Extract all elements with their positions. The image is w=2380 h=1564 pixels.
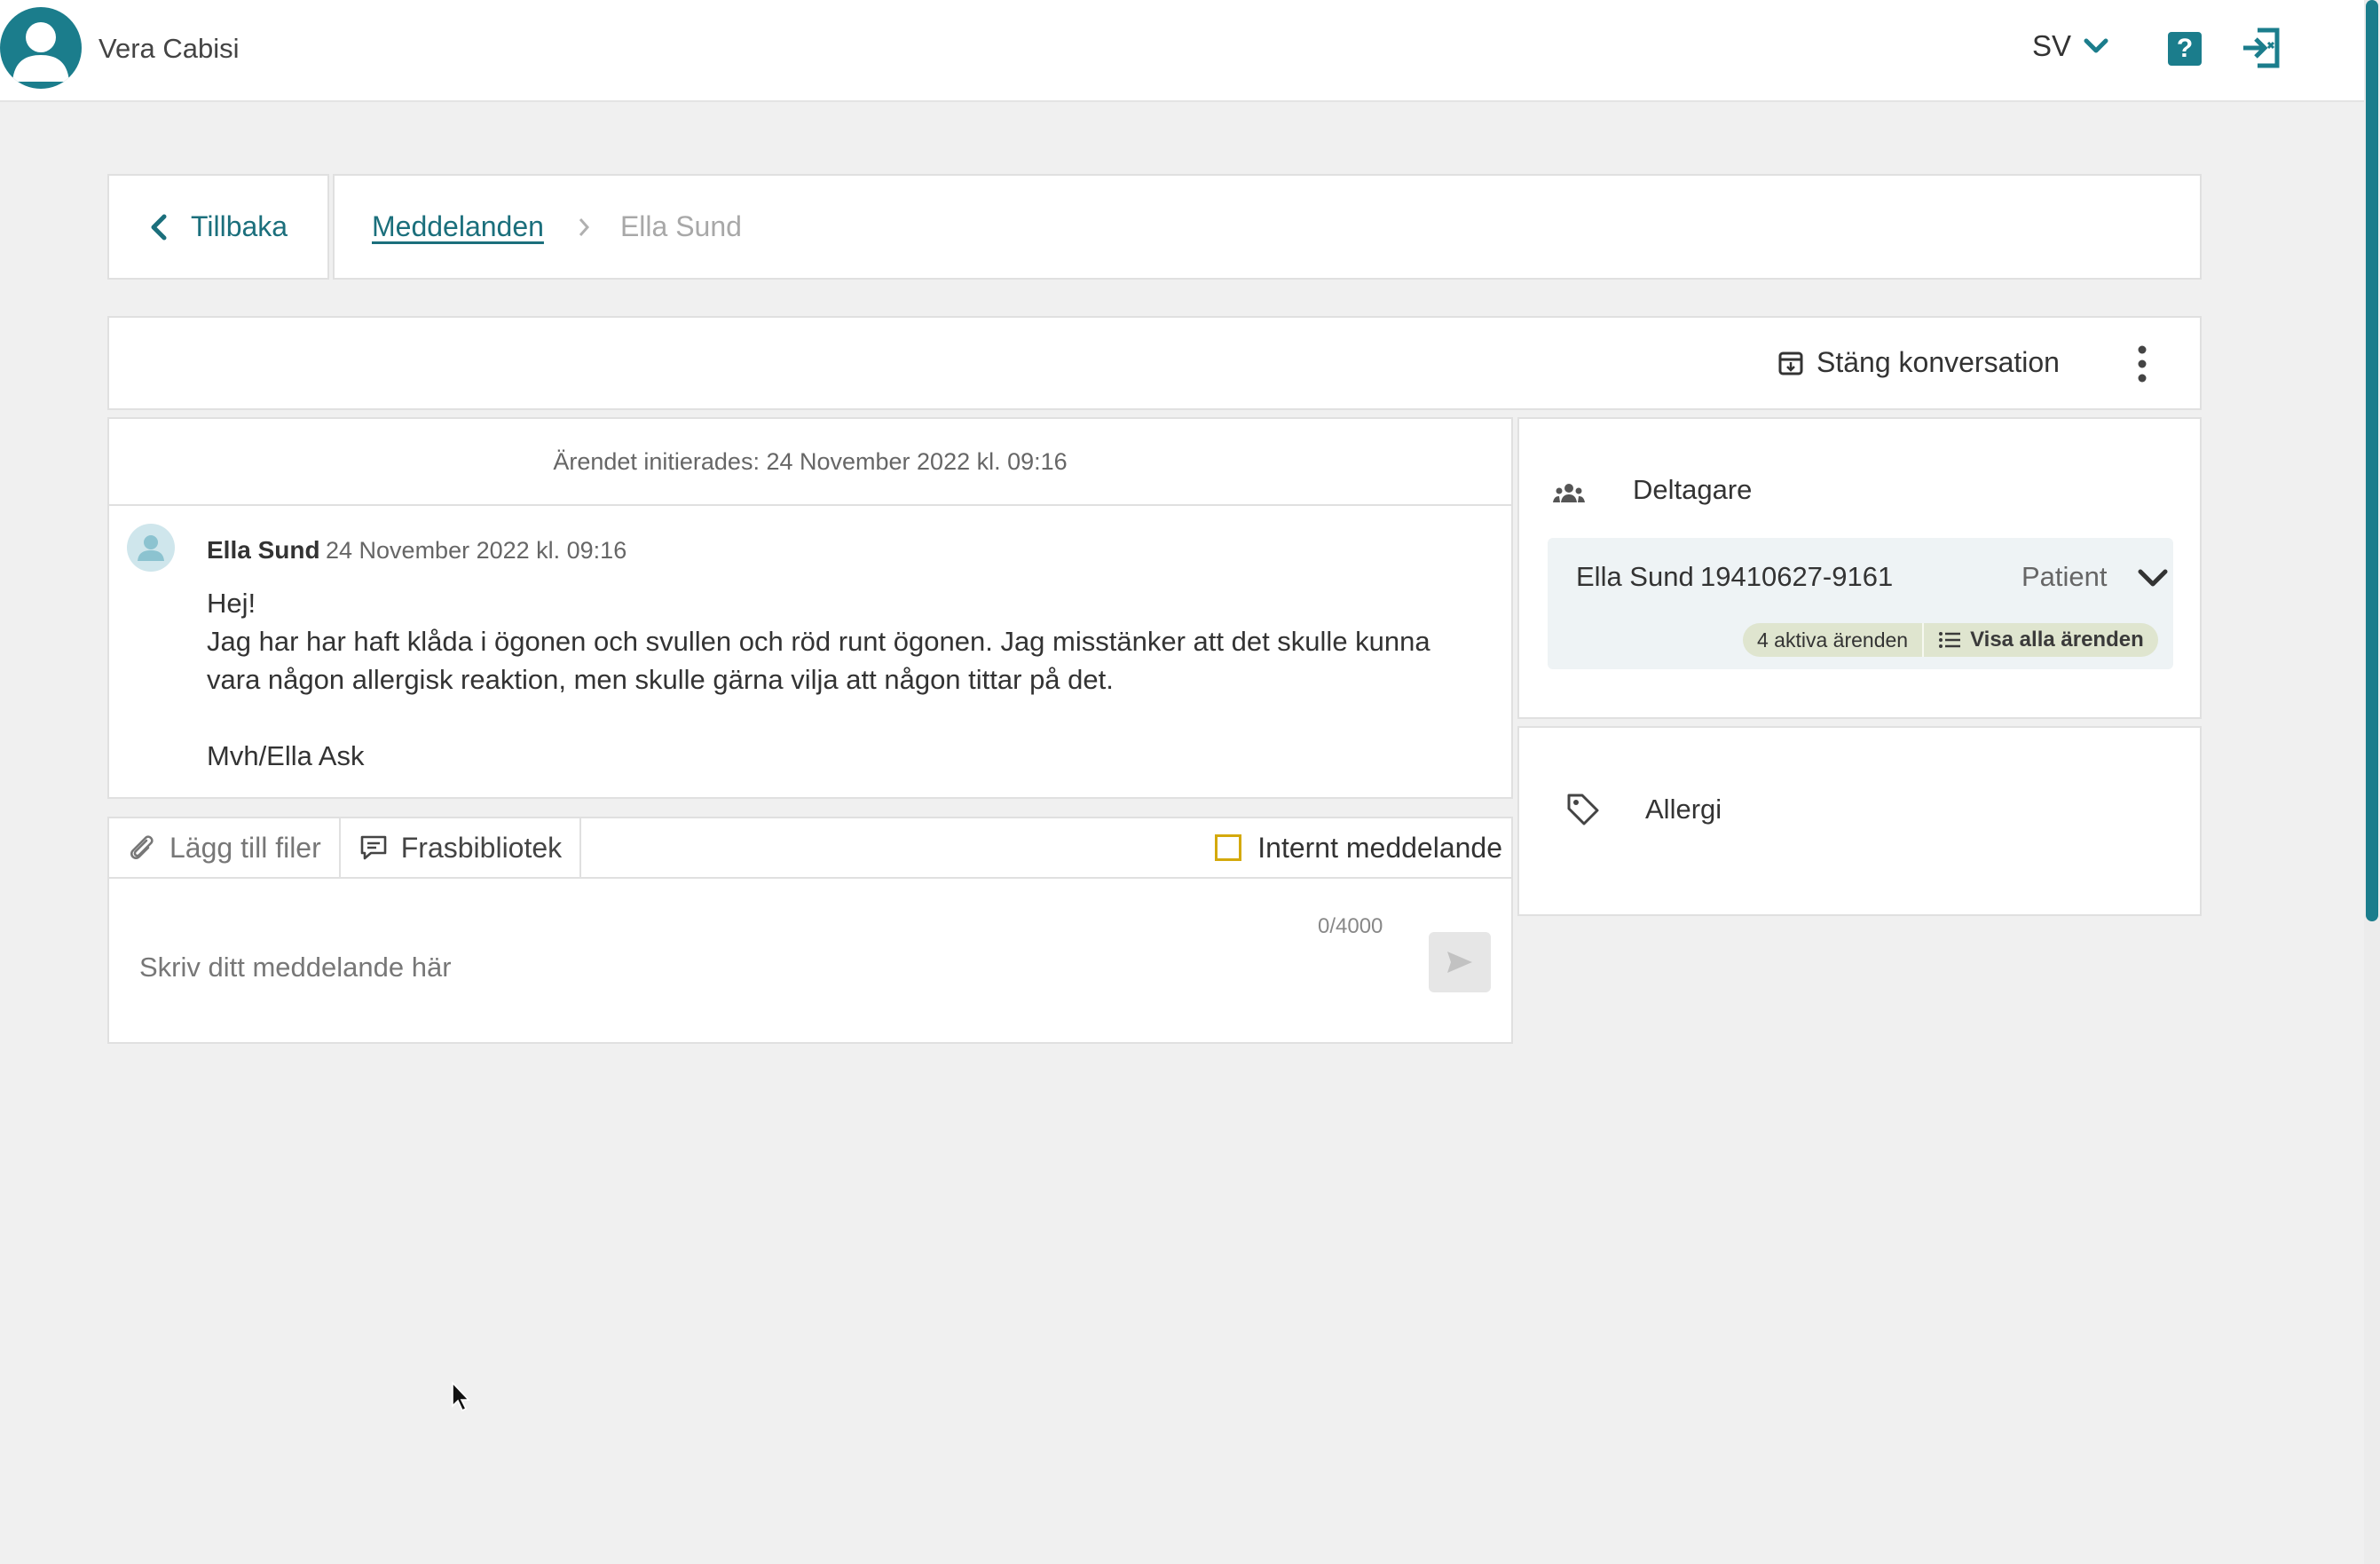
user-name: Vera Cabisi xyxy=(99,33,240,64)
character-counter: 0/4000 xyxy=(1318,914,1383,938)
participant-role: Patient xyxy=(2021,561,2108,592)
tag-label[interactable]: Allergi xyxy=(1645,794,1722,825)
internal-message-toggle[interactable]: Internt meddelande xyxy=(1215,818,1511,877)
breadcrumb-current: Ella Sund xyxy=(619,210,742,242)
send-icon xyxy=(1447,952,1472,973)
help-icon[interactable]: ? xyxy=(2168,32,2202,66)
user-avatar-icon[interactable] xyxy=(0,7,82,89)
chevron-down-icon xyxy=(2084,38,2108,53)
archive-icon xyxy=(1778,352,1803,375)
close-conversation-button[interactable]: Stäng konversation xyxy=(1777,346,2060,379)
breadcrumb: Meddelanden Ella Sund xyxy=(333,174,2202,280)
message-author: Ella Sund xyxy=(207,536,320,564)
participants-panel: Deltagare Ella Sund 19410627-9161 Patien… xyxy=(1517,417,2202,719)
chevron-right-icon xyxy=(579,217,589,236)
message-timestamp: 24 November 2022 kl. 09:16 xyxy=(326,537,627,564)
language-label: SV xyxy=(2032,29,2072,62)
paperclip-icon xyxy=(130,835,154,859)
show-all-cases-label: Visa alla ärenden xyxy=(1970,628,2144,652)
case-initiated-text: Ärendet initierades: 24 November 2022 kl… xyxy=(109,419,1511,506)
show-all-cases-button[interactable]: Visa alla ärenden xyxy=(1924,623,2158,657)
back-button[interactable]: Tillbaka xyxy=(107,174,329,280)
back-label: Tillbaka xyxy=(191,210,288,242)
top-bar: Vera Cabisi SV ? xyxy=(0,0,2364,102)
list-icon xyxy=(1939,632,1961,648)
chat-bubble-icon xyxy=(360,835,387,860)
people-group-icon xyxy=(1553,484,1585,502)
more-options-icon[interactable] xyxy=(2129,339,2155,389)
chevron-down-icon[interactable] xyxy=(2137,565,2169,591)
person-icon xyxy=(127,524,175,572)
logout-icon[interactable] xyxy=(2240,27,2281,69)
case-badges: 4 aktiva ärenden Visa alla ärenden xyxy=(1743,623,2158,657)
phrase-library-button[interactable]: Frasbibliotek xyxy=(341,818,582,877)
message-composer: 0/4000 xyxy=(107,877,1513,1044)
participant-personal-number: 19410627-9161 xyxy=(1700,561,1894,592)
phrase-library-label: Frasbibliotek xyxy=(400,831,563,864)
scrollbar-thumb[interactable] xyxy=(2366,0,2378,921)
mouse-cursor-icon xyxy=(452,1381,470,1412)
participant-card[interactable]: Ella Sund 19410627-9161 Patient 4 aktiva… xyxy=(1548,538,2173,669)
send-button[interactable] xyxy=(1429,932,1491,992)
conversation-action-bar: Stäng konversation xyxy=(107,316,2202,410)
breadcrumb-link-messages[interactable]: Meddelanden xyxy=(372,210,544,243)
composer-toolbar: Lägg till filer Frasbibliotek Internt me… xyxy=(107,817,1513,879)
message-input[interactable] xyxy=(139,932,1293,1003)
tag-icon xyxy=(1567,794,1599,825)
attach-files-button[interactable]: Lägg till filer xyxy=(109,818,341,877)
participant-name: Ella Sund xyxy=(1576,561,1694,592)
tags-panel: Allergi xyxy=(1517,726,2202,916)
attach-files-label: Lägg till filer xyxy=(169,831,321,864)
internal-message-label: Internt meddelande xyxy=(1257,831,1502,864)
internal-message-checkbox[interactable] xyxy=(1215,834,1242,861)
language-selector[interactable]: SV xyxy=(2032,29,2108,63)
message-body: Hej! Jag har har haft klåda i ögonen och… xyxy=(207,588,1430,771)
participants-title: Deltagare xyxy=(1633,474,1753,505)
chevron-left-icon xyxy=(151,214,167,240)
active-cases-badge: 4 aktiva ärenden xyxy=(1743,623,1925,657)
close-conversation-label: Stäng konversation xyxy=(1817,346,2060,378)
message-thread: Ärendet initierades: 24 November 2022 kl… xyxy=(107,417,1513,799)
